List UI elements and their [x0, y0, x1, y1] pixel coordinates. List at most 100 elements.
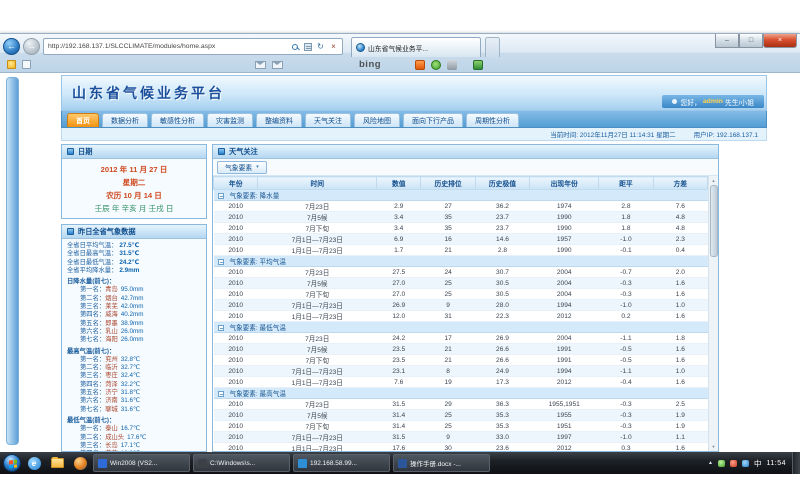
scrollbar-thumb[interactable] [710, 185, 718, 257]
collapse-icon[interactable] [218, 391, 224, 397]
new-tab-button[interactable] [485, 37, 500, 57]
taskbar-task-1[interactable]: Win2008 (VS2... [93, 454, 190, 472]
table-row[interactable]: 20107月23日27.52430.72004-0.72.0 [214, 267, 708, 278]
nav-item-4[interactable]: 灾害监测 [207, 113, 253, 127]
section-cell[interactable]: 气象要素: 最高气温 [214, 388, 708, 399]
section-cell[interactable]: 气象要素: 最低气温 [214, 322, 708, 333]
scroll-up-icon[interactable]: ▲ [709, 176, 719, 185]
table-row[interactable]: 20107月下旬3.43523.719901.84.8 [214, 223, 708, 234]
table-cell: 1990 [530, 245, 599, 256]
ie-quicklaunch[interactable]: e [24, 454, 44, 472]
table-row[interactable]: 20101月1日—7月23日17.63023.620120.31.6 [214, 443, 708, 452]
table-cell: 24 [421, 267, 475, 278]
nav-item-8[interactable]: 面向下行产品 [403, 113, 463, 127]
section-row[interactable]: 气象要素: 平均气温 [214, 256, 708, 267]
suggested-sites-icon[interactable] [22, 60, 31, 69]
taskbar-task-3[interactable]: 192.168.58.99... [293, 454, 390, 472]
section-row[interactable]: 气象要素: 最高气温 [214, 388, 708, 399]
stop-button[interactable]: × [327, 39, 340, 54]
table-row[interactable]: 20107月5候31.42535.31955-0.31.9 [214, 410, 708, 421]
collapse-icon[interactable] [218, 193, 224, 199]
explorer-quicklaunch[interactable] [47, 454, 67, 472]
paw-icon[interactable] [431, 60, 441, 70]
back-button[interactable]: ← [3, 38, 20, 55]
security-tray-icon[interactable] [730, 460, 737, 467]
mail-icon-2[interactable] [272, 61, 283, 69]
scroll-down-icon[interactable]: ▼ [709, 442, 719, 451]
section-cell[interactable]: 气象要素: 平均气温 [214, 256, 708, 267]
table-scrollbar[interactable]: ▲ ▼ [708, 176, 718, 451]
network-tray-icon[interactable] [742, 460, 749, 467]
start-button[interactable] [3, 454, 21, 472]
main-panel-title: 天气关注 [229, 147, 258, 157]
table-row[interactable]: 20107月23日24.21726.92004-1.11.8 [214, 333, 708, 344]
section-cell[interactable]: 气象要素: 降水量 [214, 190, 708, 201]
taskbar-clock[interactable]: 11:54 [767, 460, 787, 467]
maximize-button[interactable]: □ [739, 34, 763, 48]
bing-logo[interactable]: bing [359, 59, 381, 70]
taskbar-task-2[interactable]: C:\Windows\s... [193, 454, 290, 472]
table-row[interactable]: 20107月5候27.02530.52004-0.31.6 [214, 278, 708, 289]
section-row[interactable]: 气象要素: 最低气温 [214, 322, 708, 333]
nav-item-7[interactable]: 风险地图 [354, 113, 400, 127]
taskbar-task-4[interactable]: 操作手册.docx -... [393, 454, 490, 472]
summary-value: 24.2℃ [119, 259, 139, 267]
browser-chrome: ← → http://192.168.137.1/SLCCLIMATE/modu… [0, 34, 800, 73]
rank-line: 第三名：长岛17.1℃ [67, 442, 204, 450]
nav-item-1[interactable]: 首页 [67, 113, 99, 127]
table-cell: -0.3 [599, 399, 653, 410]
element-filter-button[interactable]: 气象要素 ▾ [217, 161, 267, 174]
refresh-button[interactable]: ↻ [314, 39, 327, 54]
favorites-star-icon[interactable] [7, 60, 16, 69]
table-row[interactable]: 20107月1日—7月23日26.9928.01994-1.01.0 [214, 300, 708, 311]
hidden-icons-button[interactable]: ▲ [708, 460, 713, 466]
table-row[interactable]: 20107月1日—7月23日31.5933.01997-1.01.1 [214, 432, 708, 443]
table-row[interactable]: 20107月5候23.52126.61991-0.51.6 [214, 344, 708, 355]
section-row[interactable]: 气象要素: 降水量 [214, 190, 708, 201]
snapshot-icon[interactable] [447, 60, 457, 70]
media-player-quicklaunch[interactable] [70, 454, 90, 472]
weather-panel-title: 昨日全省气象数据 [78, 227, 136, 237]
user-ip-text: 用户IP: 192.168.137.1 [694, 129, 758, 139]
nav-item-2[interactable]: 数据分析 [102, 113, 148, 127]
mail-icon[interactable] [255, 61, 266, 69]
table-cell: 23.5 [377, 344, 421, 355]
show-desktop-button[interactable] [792, 452, 800, 474]
collapse-icon[interactable] [218, 259, 224, 265]
collapse-icon[interactable] [218, 325, 224, 331]
table-row[interactable]: 20107月1日—7月23日6.91614.61957-1.02.3 [214, 234, 708, 245]
close-button[interactable]: × [763, 34, 797, 48]
nav-item-5[interactable]: 整编资料 [256, 113, 302, 127]
forward-button[interactable]: → [23, 38, 40, 55]
table-row[interactable]: 20107月下旬31.42535.31951-0.31.9 [214, 421, 708, 432]
table-cell: 16 [421, 234, 475, 245]
table-row[interactable]: 20107月1日—7月23日23.1824.91994-1.11.0 [214, 366, 708, 377]
table-row[interactable]: 20101月1日—7月23日7.61917.32012-0.41.6 [214, 377, 708, 388]
antivirus-tray-icon[interactable] [718, 460, 725, 467]
table-row[interactable]: 20107月下旬27.02530.52004-0.31.6 [214, 289, 708, 300]
table-cell: 2010 [214, 223, 258, 234]
table-cell: 1955 [530, 410, 599, 421]
tree-icon[interactable] [473, 60, 483, 70]
table-row[interactable]: 20101月1日—7月23日12.03122.320120.21.6 [214, 311, 708, 322]
sidebar-collapse-strip[interactable] [6, 77, 19, 445]
nav-item-6[interactable]: 天气关注 [305, 113, 351, 127]
table-row[interactable]: 20107月下旬23.52126.61991-0.51.6 [214, 355, 708, 366]
username: admin [703, 98, 723, 105]
browser-tab[interactable]: 山东省气候业务平... [351, 37, 481, 57]
table-row[interactable]: 20101月1日—7月23日1.7212.81990-0.10.4 [214, 245, 708, 256]
language-indicator[interactable]: 中 [754, 458, 762, 469]
url-text[interactable]: http://192.168.137.1/SLCCLIMATE/modules/… [48, 43, 288, 50]
task-app-icon [198, 459, 207, 468]
minimize-button[interactable]: – [715, 34, 739, 48]
search-icon[interactable] [288, 39, 301, 54]
dictionary-tile-icon[interactable] [415, 60, 425, 70]
address-bar[interactable]: http://192.168.137.1/SLCCLIMATE/modules/… [43, 38, 343, 55]
rank-line: 第一名：泰山16.7℃ [67, 425, 204, 433]
table-row[interactable]: 20107月5候3.43523.719901.84.8 [214, 212, 708, 223]
nav-item-9[interactable]: 周期性分析 [466, 113, 519, 127]
table-row[interactable]: 20107月23日2.92736.219742.87.6 [214, 201, 708, 212]
nav-item-3[interactable]: 敏感性分析 [151, 113, 204, 127]
table-row[interactable]: 20107月23日31.52936.31955,1951-0.32.5 [214, 399, 708, 410]
compatibility-view-button[interactable] [301, 39, 314, 54]
